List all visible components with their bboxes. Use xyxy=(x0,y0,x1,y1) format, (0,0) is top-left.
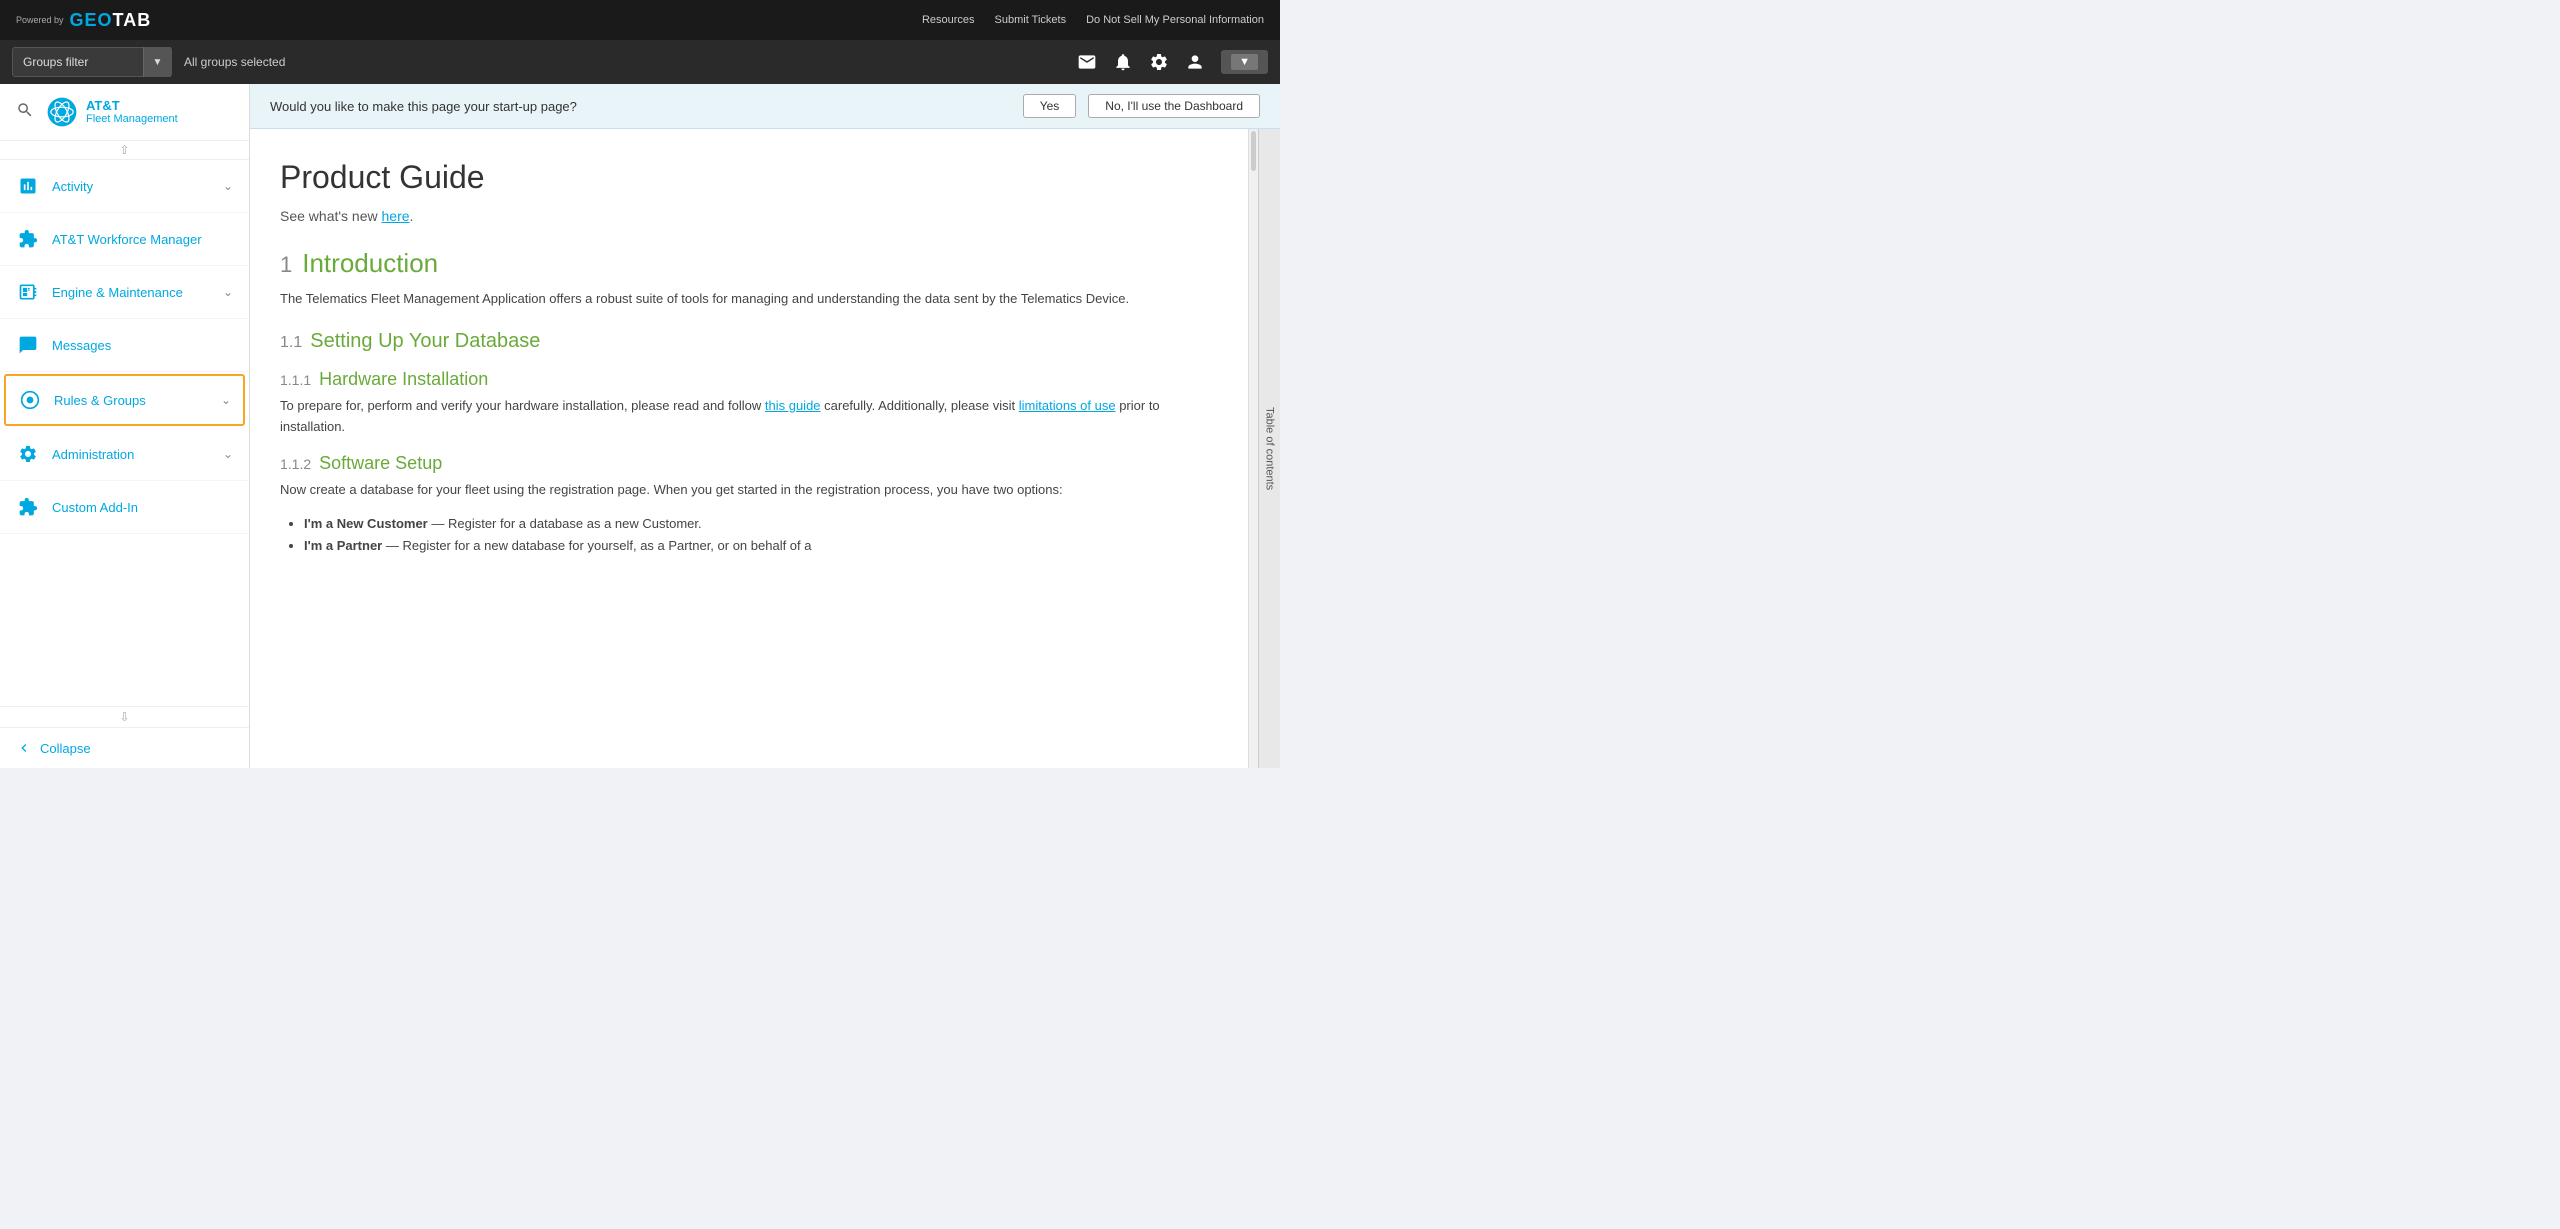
activity-chevron: ⌄ xyxy=(223,179,233,193)
sidebar-item-engine-label: Engine & Maintenance xyxy=(52,285,223,300)
filter-bar-right: ▼ xyxy=(1077,50,1268,74)
doc-title: Product Guide xyxy=(280,159,1208,196)
filter-bar: Groups filter ▼ All groups selected ▼ xyxy=(0,40,1280,84)
collapse-label: Collapse xyxy=(40,741,91,756)
section-1-1-2-list: I'm a New Customer — Register for a data… xyxy=(304,513,1208,557)
rules-icon xyxy=(18,388,42,412)
section-1-1-2-heading: 1.1.2 Software Setup xyxy=(280,453,1208,474)
att-logo xyxy=(46,96,78,128)
user-dropdown-btn[interactable]: ▼ xyxy=(1221,50,1268,74)
sidebar-item-messages-label: Messages xyxy=(52,338,233,353)
this-guide-link[interactable]: this guide xyxy=(765,398,821,413)
bell-icon-btn[interactable] xyxy=(1113,52,1133,72)
list-item: I'm a Partner — Register for a new datab… xyxy=(304,535,1208,557)
groups-filter-dropdown[interactable]: Groups filter ▼ xyxy=(12,47,172,77)
submit-tickets-link[interactable]: Submit Tickets xyxy=(995,14,1067,26)
logo-area: Powered by GEOTAB xyxy=(16,10,151,31)
sidebar-nav: Activity ⌄ AT&T Workforce Manager Engine… xyxy=(0,160,249,706)
workforce-icon xyxy=(16,227,40,251)
bell-icon xyxy=(1113,52,1133,72)
scroll-down-indicator: ⇩ xyxy=(0,706,249,727)
gear-icon xyxy=(1149,52,1169,72)
content-area: Would you like to make this page your st… xyxy=(250,84,1280,768)
admin-chevron: ⌄ xyxy=(223,447,233,461)
section-1-1-2-num: 1.1.2 xyxy=(280,456,311,472)
search-icon[interactable] xyxy=(16,101,34,124)
brand-logo: AT&T Fleet Management xyxy=(46,96,178,128)
doc-area: Product Guide See what's new here. 1 Int… xyxy=(250,129,1280,768)
groups-filter-arrow[interactable]: ▼ xyxy=(143,47,171,77)
sidebar-item-activity[interactable]: Activity ⌄ xyxy=(0,160,249,213)
rules-chevron: ⌄ xyxy=(221,393,231,407)
section-1-num: 1 xyxy=(280,252,292,278)
sidebar-item-rules-groups-label: Rules & Groups xyxy=(54,393,221,408)
list-item: I'm a New Customer — Register for a data… xyxy=(304,513,1208,535)
doc-subtitle: See what's new here. xyxy=(280,208,1208,224)
scrollbar-thumb[interactable] xyxy=(1251,131,1256,171)
messages-icon xyxy=(16,333,40,357)
sidebar-item-administration-label: Administration xyxy=(52,447,223,462)
sidebar-item-engine[interactable]: Engine & Maintenance ⌄ xyxy=(0,266,249,319)
geotab-logo: GEOTAB xyxy=(70,10,152,31)
sidebar-item-workforce[interactable]: AT&T Workforce Manager xyxy=(0,213,249,266)
section-1-1-num: 1.1 xyxy=(280,334,302,352)
section-1-1-2-para: Now create a database for your fleet usi… xyxy=(280,480,1208,501)
main-layout: AT&T Fleet Management ⇧ Activity ⌄ AT&T xyxy=(0,84,1280,768)
sidebar-item-custom-add-in-label: Custom Add-In xyxy=(52,500,233,515)
sidebar-item-messages[interactable]: Messages xyxy=(0,319,249,372)
brand-name: AT&T xyxy=(86,98,178,114)
sidebar-item-activity-label: Activity xyxy=(52,179,223,194)
sidebar-item-workforce-label: AT&T Workforce Manager xyxy=(52,232,233,247)
powered-by-text: Powered by xyxy=(16,15,64,26)
section-1-heading: 1 Introduction xyxy=(280,248,1208,279)
limitations-link[interactable]: limitations of use xyxy=(1019,398,1116,413)
top-bar-links: Resources Submit Tickets Do Not Sell My … xyxy=(922,14,1264,26)
mail-icon-btn[interactable] xyxy=(1077,52,1097,72)
yes-button[interactable]: Yes xyxy=(1023,94,1077,118)
mail-icon xyxy=(1077,52,1097,72)
engine-icon xyxy=(16,280,40,304)
here-link[interactable]: here xyxy=(382,208,410,224)
scrollbar-area xyxy=(1248,129,1258,768)
brand-sub: Fleet Management xyxy=(86,113,178,126)
all-groups-text: All groups selected xyxy=(184,55,285,69)
collapse-icon xyxy=(16,740,32,756)
groups-filter-label: Groups filter xyxy=(13,55,143,69)
section-1-1-1-title: Hardware Installation xyxy=(319,369,488,390)
collapse-btn[interactable]: Collapse xyxy=(0,727,249,768)
user-icon xyxy=(1185,52,1205,72)
top-bar: Powered by GEOTAB Resources Submit Ticke… xyxy=(0,0,1280,40)
section-1-para: The Telematics Fleet Management Applicat… xyxy=(280,289,1208,310)
section-1-1-1-heading: 1.1.1 Hardware Installation xyxy=(280,369,1208,390)
user-name-label: ▼ xyxy=(1231,54,1258,70)
gear-icon-btn[interactable] xyxy=(1149,52,1169,72)
administration-icon xyxy=(16,442,40,466)
startup-banner: Would you like to make this page your st… xyxy=(250,84,1280,129)
section-1-1-1-num: 1.1.1 xyxy=(280,372,311,388)
section-1-1-heading: 1.1 Setting Up Your Database xyxy=(280,330,1208,353)
do-not-sell-link[interactable]: Do Not Sell My Personal Information xyxy=(1086,14,1264,26)
sidebar-item-rules-groups[interactable]: Rules & Groups ⌄ xyxy=(4,374,245,426)
brand-text: AT&T Fleet Management xyxy=(86,98,178,127)
section-1-1-1-para: To prepare for, perform and verify your … xyxy=(280,396,1208,438)
engine-chevron: ⌄ xyxy=(223,285,233,299)
section-1-1-title: Setting Up Your Database xyxy=(310,330,540,353)
sidebar: AT&T Fleet Management ⇧ Activity ⌄ AT&T xyxy=(0,84,250,768)
toc-tab[interactable]: Table of contents xyxy=(1258,129,1280,768)
sidebar-item-custom-add-in[interactable]: Custom Add-In xyxy=(0,481,249,534)
doc-content[interactable]: Product Guide See what's new here. 1 Int… xyxy=(250,129,1248,768)
section-1-title: Introduction xyxy=(302,248,438,279)
activity-icon xyxy=(16,174,40,198)
sidebar-header: AT&T Fleet Management xyxy=(0,84,249,141)
user-icon-btn[interactable] xyxy=(1185,52,1205,72)
section-1-1-2-title: Software Setup xyxy=(319,453,442,474)
no-dashboard-button[interactable]: No, I'll use the Dashboard xyxy=(1088,94,1260,118)
custom-add-in-icon xyxy=(16,495,40,519)
resources-link[interactable]: Resources xyxy=(922,14,975,26)
sidebar-item-administration[interactable]: Administration ⌄ xyxy=(0,428,249,481)
startup-question: Would you like to make this page your st… xyxy=(270,99,1011,114)
